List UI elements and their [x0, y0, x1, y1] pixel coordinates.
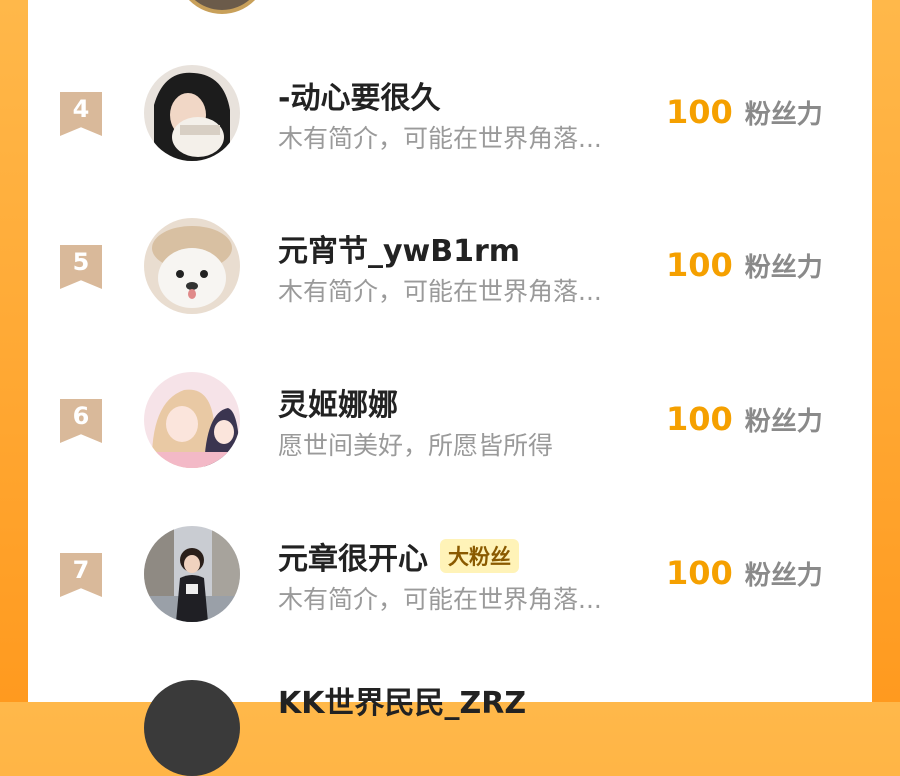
- avatar[interactable]: [144, 526, 240, 622]
- avatar[interactable]: [144, 218, 240, 314]
- name-line: 灵姬娜娜: [278, 380, 398, 424]
- fan-power: 100 粉丝力: [666, 400, 823, 438]
- avatar[interactable]: [144, 372, 240, 468]
- list-item[interactable]: 7 元章很开心 大粉丝 木有简介，可能在世界角落... 100 粉丝力: [28, 526, 872, 636]
- rank-badge: 7: [60, 553, 102, 597]
- fan-power: 100 粉丝力: [666, 554, 823, 592]
- fan-power: 100 粉丝力: [666, 246, 823, 284]
- user-name[interactable]: 元章很开心: [278, 534, 428, 578]
- fan-power-label: 粉丝力: [744, 561, 823, 591]
- fan-power-value: 100: [666, 400, 733, 438]
- name-line: 元宵节_ywB1rm: [278, 226, 520, 270]
- list-item[interactable]: 5 元宵节_ywB1rm 木有简介，可能在世界角落... 100 粉丝力: [28, 218, 872, 328]
- list-item[interactable]: KK世界民民_ZRZ: [28, 678, 872, 776]
- rank-badge: 4: [60, 92, 102, 136]
- list-item[interactable]: 6 灵姬娜娜 愿世间美好，所愿皆所得 100 粉丝力: [28, 372, 872, 482]
- avatar[interactable]: [144, 680, 240, 776]
- user-bio: 木有简介，可能在世界角落...: [278, 585, 602, 614]
- fan-power: 100 粉丝力: [666, 93, 823, 131]
- fan-power-label: 粉丝力: [744, 253, 823, 283]
- user-name[interactable]: -动心要很久: [278, 73, 440, 117]
- fan-power-label: 粉丝力: [744, 407, 823, 437]
- fan-power-value: 100: [666, 246, 733, 284]
- rank-badge: 5: [60, 245, 102, 289]
- avatar[interactable]: [176, 0, 268, 14]
- name-line: -动心要很久: [278, 73, 440, 117]
- user-name[interactable]: 元宵节_ywB1rm: [278, 226, 520, 270]
- user-name[interactable]: 灵姬娜娜: [278, 380, 398, 424]
- user-bio: 木有简介，可能在世界角落...: [278, 277, 602, 306]
- fan-power-value: 100: [666, 554, 733, 592]
- user-bio: 木有简介，可能在世界角落...: [278, 124, 602, 153]
- leaderboard-panel: 4 -动心要很久 木有简介，可能在世界角落... 100 粉丝力 5 元宵节_y…: [28, 0, 872, 776]
- user-bio: 愿世间美好，所愿皆所得: [278, 431, 554, 460]
- rank-badge: 6: [60, 399, 102, 443]
- list-item[interactable]: 4 -动心要很久 木有简介，可能在世界角落... 100 粉丝力: [28, 65, 872, 175]
- fan-level-badge: 大粉丝: [440, 539, 519, 573]
- avatar[interactable]: [144, 65, 240, 161]
- name-line: 元章很开心 大粉丝: [278, 534, 519, 578]
- fan-power-value: 100: [666, 93, 733, 131]
- user-name[interactable]: KK世界民民_ZRZ: [278, 678, 526, 722]
- fan-power-label: 粉丝力: [744, 100, 823, 130]
